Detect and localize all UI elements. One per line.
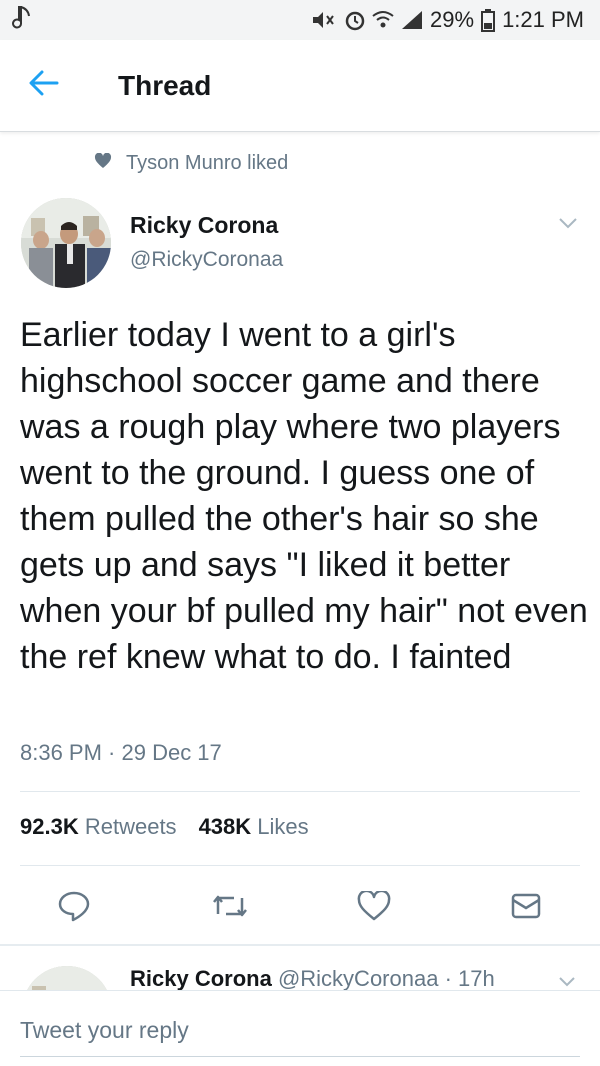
back-button[interactable] bbox=[20, 62, 68, 110]
like-icon bbox=[357, 889, 391, 926]
back-arrow-icon bbox=[29, 70, 59, 101]
retweets-label: Retweets bbox=[84, 814, 177, 839]
divider bbox=[0, 944, 600, 946]
liked-by-text[interactable]: Tyson Munro liked bbox=[126, 152, 288, 175]
reply-age: · 17h bbox=[444, 966, 495, 991]
battery-text: 29% bbox=[430, 7, 475, 32]
status-bar: 29% 1:21 PM bbox=[0, 0, 600, 40]
author-name[interactable]: Ricky Corona bbox=[130, 212, 278, 239]
signal-icon bbox=[400, 9, 424, 31]
chevron-down-icon bbox=[556, 218, 580, 236]
message-icon bbox=[510, 892, 542, 925]
likes-count: 438K bbox=[198, 814, 252, 839]
tweet-menu-button[interactable] bbox=[556, 214, 580, 232]
status-time: 1:21 PM bbox=[502, 7, 584, 32]
message-button[interactable] bbox=[504, 886, 548, 930]
avatar[interactable] bbox=[21, 198, 111, 288]
tweet-stats: 92.3K Retweets 438K Likes bbox=[20, 814, 309, 840]
wifi-icon bbox=[372, 10, 394, 30]
heart-icon bbox=[94, 152, 112, 175]
retweet-icon bbox=[212, 892, 248, 925]
likes-stat[interactable]: 438K Likes bbox=[199, 814, 309, 840]
reply-icon bbox=[57, 890, 91, 927]
reply-button[interactable] bbox=[52, 886, 96, 930]
alarm-icon bbox=[344, 9, 366, 31]
battery-icon bbox=[480, 8, 496, 32]
reply-author-name[interactable]: Ricky Corona bbox=[130, 966, 272, 991]
mute-icon bbox=[310, 8, 338, 32]
social-context: Tyson Munro liked bbox=[94, 152, 288, 175]
retweet-button[interactable] bbox=[208, 886, 252, 930]
reply-input[interactable] bbox=[20, 1005, 580, 1057]
retweets-count: 92.3K bbox=[20, 814, 79, 839]
tweet-text: Earlier today I went to a girl's highsch… bbox=[20, 316, 588, 676]
reply-author-handle[interactable]: @RickyCoronaa bbox=[278, 966, 439, 991]
author-handle[interactable]: @RickyCoronaa bbox=[130, 248, 283, 272]
divider bbox=[20, 865, 580, 866]
reply-menu-button[interactable] bbox=[556, 974, 578, 990]
music-note-icon bbox=[12, 5, 34, 36]
tweet-timestamp: 8:36 PM · 29 Dec 17 bbox=[20, 740, 222, 765]
reply-composer bbox=[0, 990, 600, 1066]
tweet-actions bbox=[0, 886, 600, 930]
likes-label: Likes bbox=[257, 814, 309, 839]
divider bbox=[20, 791, 580, 792]
like-button[interactable] bbox=[352, 886, 396, 930]
reply-header: Ricky Corona @RickyCoronaa · 17h bbox=[130, 966, 495, 992]
header: Thread bbox=[0, 40, 600, 132]
retweets-stat[interactable]: 92.3K Retweets bbox=[20, 814, 177, 840]
page-title: Thread bbox=[118, 69, 212, 101]
